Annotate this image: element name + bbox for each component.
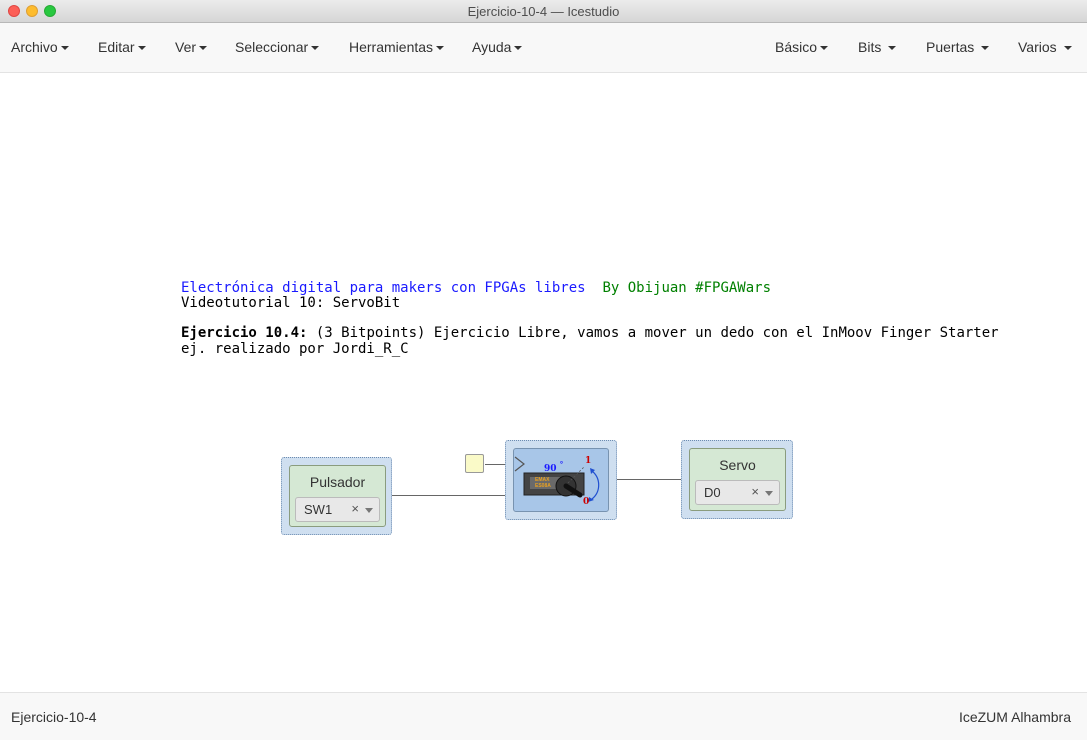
caret-down-icon (820, 46, 829, 51)
note-title: Electrónica digital para makers con FPGA… (181, 280, 586, 296)
menu-label: Básico (775, 39, 818, 55)
dropdown-arrow-icon[interactable] (365, 508, 373, 513)
wire-pulsador-servobit[interactable] (385, 495, 505, 496)
window-title: Ejercicio-10-4 — Icestudio (467, 4, 620, 19)
comment-line-2: Videotutorial 10: ServoBit (181, 295, 401, 311)
caret-down-icon (514, 46, 523, 51)
note-exercise-text: (3 Bitpoints) Ejercicio Libre, vamos a m… (307, 325, 999, 341)
menu-label: Herramientas (349, 39, 434, 55)
comment-line-4: ej. realizado por Jordi_R_C (181, 341, 409, 357)
menu-ayuda[interactable]: Ayuda (472, 39, 523, 55)
menu-label: Puertas (926, 39, 975, 55)
menu-label: Ver (175, 39, 197, 55)
caret-down-icon (60, 46, 69, 51)
clear-icon[interactable]: × (351, 501, 359, 516)
menu-label: Bits (858, 39, 882, 55)
servo-pin-select[interactable]: D0 × (695, 480, 780, 505)
status-bar: Ejercicio-10-4 IceZUM Alhambra (0, 692, 1087, 740)
menu-herramientas[interactable]: Herramientas (349, 39, 445, 55)
pulsador-inner: Pulsador SW1 × (289, 465, 386, 527)
comment-line-1: Electrónica digital para makers con FPGA… (181, 280, 771, 296)
degree-symbol: ° (559, 460, 564, 469)
design-canvas[interactable]: Electrónica digital para makers con FPGA… (0, 73, 1087, 692)
menu-label: Varios (1018, 39, 1057, 55)
servo-icon (514, 456, 600, 502)
menu-bits[interactable]: Bits (858, 39, 897, 55)
caret-down-icon (888, 46, 897, 51)
wire-servobit-servo[interactable] (608, 479, 690, 480)
servo-label-zero: 0 (583, 497, 590, 507)
constant-input-block[interactable] (465, 454, 484, 473)
menu-label: Seleccionar (235, 39, 309, 55)
menu-ver[interactable]: Ver (175, 39, 208, 55)
angle-value: 90 (544, 464, 557, 474)
pin-value: SW1 (304, 502, 333, 517)
comment-line-3: Ejercicio 10.4: (3 Bitpoints) Ejercicio … (181, 325, 999, 341)
caret-down-icon (137, 46, 146, 51)
menu-label: Editar (98, 39, 135, 55)
caret-down-icon (1063, 46, 1072, 51)
menu-varios[interactable]: Varios (1018, 39, 1072, 55)
servo-label-one: 1 (585, 456, 592, 466)
caret-down-icon (199, 46, 208, 51)
chip-text-2: ES08A (535, 483, 551, 489)
pulsador-pin-select[interactable]: SW1 × (295, 497, 380, 522)
servo-inner: Servo D0 × (689, 448, 786, 511)
menu-editar[interactable]: Editar (98, 39, 146, 55)
menu-archivo[interactable]: Archivo (11, 39, 69, 55)
menu-puertas[interactable]: Puertas (926, 39, 990, 55)
menu-label: Archivo (11, 39, 58, 55)
caret-down-icon (311, 46, 320, 51)
caret-down-icon (436, 46, 445, 51)
note-exercise-label: Ejercicio 10.4: (181, 325, 308, 341)
menu-basico[interactable]: Básico (775, 39, 829, 55)
title-bar: Ejercicio-10-4 — Icestudio (0, 0, 1087, 23)
servo-output-block[interactable]: Servo D0 × (681, 440, 793, 519)
pin-value: D0 (704, 485, 721, 500)
status-filename: Ejercicio-10-4 (11, 709, 97, 725)
servo-angle-label: 90 ° (544, 460, 563, 474)
servobit-block[interactable]: 90 ° 1 0 EMAX ES08A (505, 440, 617, 520)
note-author: By Obijuan #FPGAWars (602, 280, 772, 296)
menu-seleccionar[interactable]: Seleccionar (235, 39, 320, 55)
pulsador-input-block[interactable]: Pulsador SW1 × (281, 457, 392, 535)
caret-down-icon (981, 46, 990, 51)
menu-bar: Archivo Editar Ver Seleccionar Herramien… (0, 23, 1087, 73)
clear-icon[interactable]: × (751, 484, 759, 499)
pulsador-name: Pulsador (309, 474, 366, 490)
servobit-inner: 90 ° 1 0 EMAX ES08A (513, 448, 609, 512)
status-board[interactable]: IceZUM Alhambra (959, 709, 1071, 725)
menu-label: Ayuda (472, 39, 512, 55)
servo-name: Servo (719, 457, 756, 473)
dropdown-arrow-icon[interactable] (765, 491, 773, 496)
